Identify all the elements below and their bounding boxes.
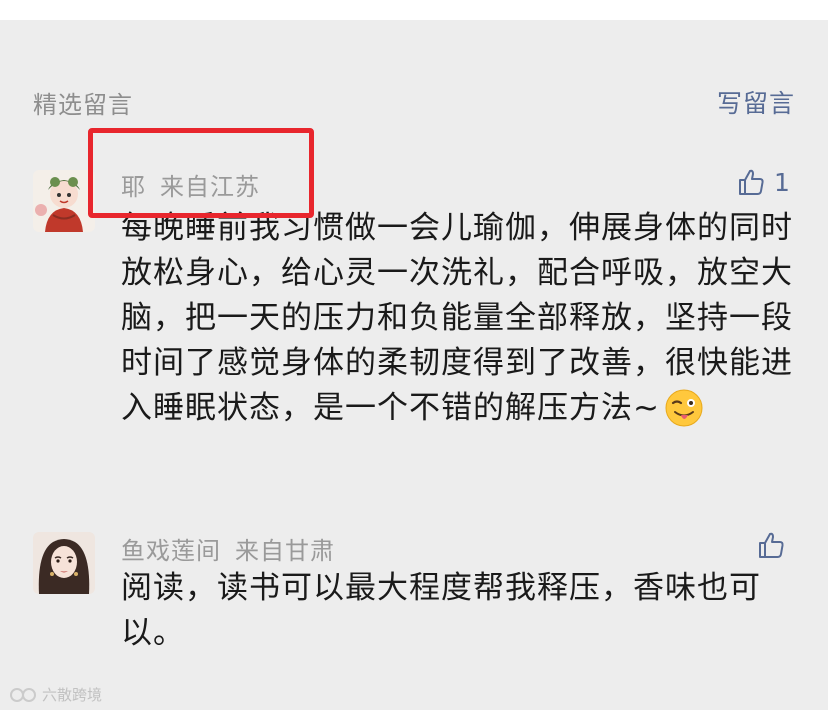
winking-tongue-face-icon <box>664 388 704 441</box>
like-button[interactable]: 1 <box>736 167 790 197</box>
comment-text: 每晚睡前我习惯做一会儿瑜伽，伸展身体的同时放松身心，给心灵一次洗礼，配合呼吸，放… <box>121 206 797 441</box>
comment-author[interactable]: 鱼戏莲间 <box>121 537 221 565</box>
comment-text: 阅读，读书可以最大程度帮我释压，香味也可以。 <box>121 570 761 651</box>
watermark: 六散跨境 <box>10 684 102 705</box>
like-count: 1 <box>774 167 790 197</box>
comment-meta: 耶来自江苏 <box>121 167 260 202</box>
comment-author[interactable]: 耶 <box>121 173 146 201</box>
write-comment-link[interactable]: 写留言 <box>717 84 795 120</box>
avatar-image <box>33 170 95 232</box>
section-title: 精选留言 <box>33 90 133 119</box>
comments-header: 精选留言 写留言 <box>33 84 795 120</box>
like-button[interactable] <box>756 530 794 560</box>
top-strip <box>0 0 828 20</box>
comment-location: 来自甘肃 <box>235 537 335 565</box>
watermark-text: 六散跨境 <box>42 686 103 704</box>
avatar-image <box>33 532 95 594</box>
avatar[interactable] <box>33 532 95 594</box>
thumbs-up-icon <box>759 532 784 558</box>
avatar[interactable] <box>33 170 95 232</box>
thumbs-up-icon <box>739 169 764 195</box>
comment-location: 来自江苏 <box>160 173 260 201</box>
comment-meta: 鱼戏莲间 来自甘肃 <box>121 531 335 566</box>
watermark-logo-icon <box>10 687 36 702</box>
